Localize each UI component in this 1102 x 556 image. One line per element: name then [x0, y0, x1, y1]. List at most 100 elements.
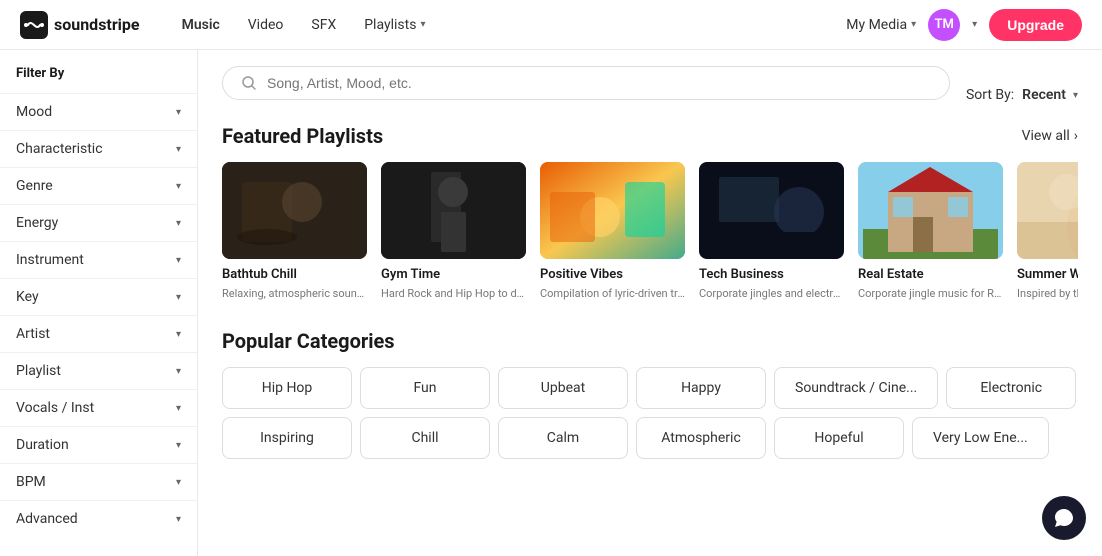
- search-bar[interactable]: [222, 66, 950, 100]
- sort-value: Recent: [1022, 87, 1066, 103]
- sidebar-item-genre[interactable]: Genre ▾: [0, 167, 197, 204]
- playlist-thumb-positive: [540, 162, 685, 259]
- sidebar-item-mood[interactable]: Mood ▾: [0, 93, 197, 130]
- soundstripe-logo-icon: [20, 11, 48, 39]
- playlist-desc: Corporate jingle music for Real Estate m…: [858, 286, 1003, 301]
- nav-video[interactable]: Video: [236, 11, 296, 39]
- sidebar-item-energy[interactable]: Energy ▾: [0, 204, 197, 241]
- sidebar-item-instrument[interactable]: Instrument ▾: [0, 241, 197, 278]
- featured-playlists-section: Featured Playlists View all ›: [222, 124, 1078, 305]
- sort-by[interactable]: Sort By: Recent ▾: [966, 87, 1078, 103]
- playlist-name: Positive Vibes: [540, 267, 685, 282]
- search-icon: [241, 75, 257, 91]
- main-content: Sort By: Recent ▾ Featured Playlists Vie…: [198, 50, 1102, 556]
- category-atmospheric[interactable]: Atmospheric: [636, 417, 766, 459]
- vocals-chevron-icon: ▾: [176, 403, 181, 414]
- playlist-chevron-icon: ▾: [176, 366, 181, 377]
- chat-icon: [1053, 507, 1075, 529]
- advanced-chevron-icon: ▾: [176, 514, 181, 525]
- playlists-grid: Bathtub Chill Relaxing, atmospheric soun…: [222, 162, 1078, 305]
- category-calm[interactable]: Calm: [498, 417, 628, 459]
- sidebar-item-vocals[interactable]: Vocals / Inst ▾: [0, 389, 197, 426]
- playlist-name: Bathtub Chill: [222, 267, 367, 282]
- playlist-thumb-bathtub: [222, 162, 367, 259]
- header: soundstripe Music Video SFX Playlists ▾ …: [0, 0, 1102, 50]
- category-electronic[interactable]: Electronic: [946, 367, 1076, 409]
- playlist-card-positive-vibes[interactable]: Positive Vibes Compilation of lyric-driv…: [540, 162, 685, 301]
- header-right: My Media ▾ TM ▾ Upgrade: [846, 9, 1082, 41]
- logo-text: soundstripe: [54, 15, 140, 34]
- category-inspiring[interactable]: Inspiring: [222, 417, 352, 459]
- category-very-low-energy[interactable]: Very Low Ene...: [912, 417, 1049, 459]
- playlist-card-gym-time[interactable]: Gym Time Hard Rock and Hip Hop to drive …: [381, 162, 526, 301]
- category-hip-hop[interactable]: Hip Hop: [222, 367, 352, 409]
- logo[interactable]: soundstripe: [20, 11, 140, 39]
- featured-title: Featured Playlists: [222, 124, 383, 148]
- playlist-thumb-wedding: [1017, 162, 1078, 259]
- search-input[interactable]: [267, 75, 931, 91]
- search-row: Sort By: Recent ▾: [222, 66, 1078, 124]
- my-media-button[interactable]: My Media ▾: [846, 17, 916, 33]
- my-media-chevron-icon: ▾: [911, 19, 916, 30]
- categories-title: Popular Categories: [222, 329, 395, 353]
- playlist-thumb-realestate: [858, 162, 1003, 259]
- category-hopeful[interactable]: Hopeful: [774, 417, 904, 459]
- view-all-chevron-icon: ›: [1074, 128, 1078, 144]
- characteristic-chevron-icon: ▾: [176, 144, 181, 155]
- categories-section: Popular Categories Hip Hop Fun Upbeat Ha…: [222, 329, 1078, 459]
- mood-chevron-icon: ▾: [176, 107, 181, 118]
- category-upbeat[interactable]: Upbeat: [498, 367, 628, 409]
- playlist-card-real-estate[interactable]: Real Estate Corporate jingle music for R…: [858, 162, 1003, 301]
- upgrade-button[interactable]: Upgrade: [989, 9, 1082, 41]
- main-nav: Music Video SFX Playlists ▾: [170, 11, 438, 39]
- sidebar-item-key[interactable]: Key ▾: [0, 278, 197, 315]
- bpm-chevron-icon: ▾: [176, 477, 181, 488]
- nav-sfx[interactable]: SFX: [299, 11, 348, 39]
- avatar-chevron-icon: ▾: [972, 19, 977, 30]
- playlist-card-tech-business[interactable]: Tech Business Corporate jingles and elec…: [699, 162, 844, 301]
- sort-chevron-icon: ▾: [1073, 90, 1078, 101]
- nav-music[interactable]: Music: [170, 11, 232, 39]
- artist-chevron-icon: ▾: [176, 329, 181, 340]
- sort-by-label: Sort By:: [966, 87, 1014, 103]
- categories-section-header: Popular Categories: [222, 329, 1078, 353]
- playlist-name: Tech Business: [699, 267, 844, 282]
- playlists-chevron-icon: ▾: [420, 19, 425, 30]
- sidebar-item-advanced[interactable]: Advanced ▾: [0, 500, 197, 537]
- duration-chevron-icon: ▾: [176, 440, 181, 451]
- playlist-desc: Compilation of lyric-driven tracks that …: [540, 286, 685, 301]
- nav-playlists[interactable]: Playlists ▾: [352, 11, 437, 39]
- playlist-desc: Corporate jingles and electronic music c…: [699, 286, 844, 301]
- playlist-desc: Hard Rock and Hip Hop to drive you throu…: [381, 286, 526, 301]
- energy-chevron-icon: ▾: [176, 218, 181, 229]
- sidebar: Filter By Mood ▾ Characteristic ▾ Genre …: [0, 50, 198, 556]
- category-chill[interactable]: Chill: [360, 417, 490, 459]
- featured-section-header: Featured Playlists View all ›: [222, 124, 1078, 148]
- sidebar-item-characteristic[interactable]: Characteristic ▾: [0, 130, 197, 167]
- playlist-name: Summer Wedding: [1017, 267, 1078, 282]
- sidebar-item-duration[interactable]: Duration ▾: [0, 426, 197, 463]
- playlist-card-bathtub-chill[interactable]: Bathtub Chill Relaxing, atmospheric soun…: [222, 162, 367, 301]
- avatar[interactable]: TM: [928, 9, 960, 41]
- chat-bubble-button[interactable]: [1042, 496, 1086, 540]
- view-all-button[interactable]: View all ›: [1022, 128, 1078, 144]
- playlist-thumb-tech: [699, 162, 844, 259]
- sidebar-item-artist[interactable]: Artist ▾: [0, 315, 197, 352]
- instrument-chevron-icon: ▾: [176, 255, 181, 266]
- sidebar-item-playlist[interactable]: Playlist ▾: [0, 352, 197, 389]
- category-soundtrack[interactable]: Soundtrack / Cine...: [774, 367, 938, 409]
- sidebar-item-bpm[interactable]: BPM ▾: [0, 463, 197, 500]
- playlist-desc: Inspired by the warmth and fun of a summ…: [1017, 286, 1078, 301]
- playlist-thumb-gym: [381, 162, 526, 259]
- body: Filter By Mood ▾ Characteristic ▾ Genre …: [0, 50, 1102, 556]
- category-happy[interactable]: Happy: [636, 367, 766, 409]
- playlist-desc: Relaxing, atmospheric sounds for unwindi…: [222, 286, 367, 301]
- playlist-name: Gym Time: [381, 267, 526, 282]
- key-chevron-icon: ▾: [176, 292, 181, 303]
- filter-by-label: Filter By: [0, 66, 197, 93]
- playlist-card-summer-wedding[interactable]: Summer Wedding Inspired by the warmth an…: [1017, 162, 1078, 301]
- category-fun[interactable]: Fun: [360, 367, 490, 409]
- genre-chevron-icon: ▾: [176, 181, 181, 192]
- playlist-name: Real Estate: [858, 267, 1003, 282]
- categories-grid: Hip Hop Fun Upbeat Happy Soundtrack / Ci…: [222, 367, 1078, 459]
